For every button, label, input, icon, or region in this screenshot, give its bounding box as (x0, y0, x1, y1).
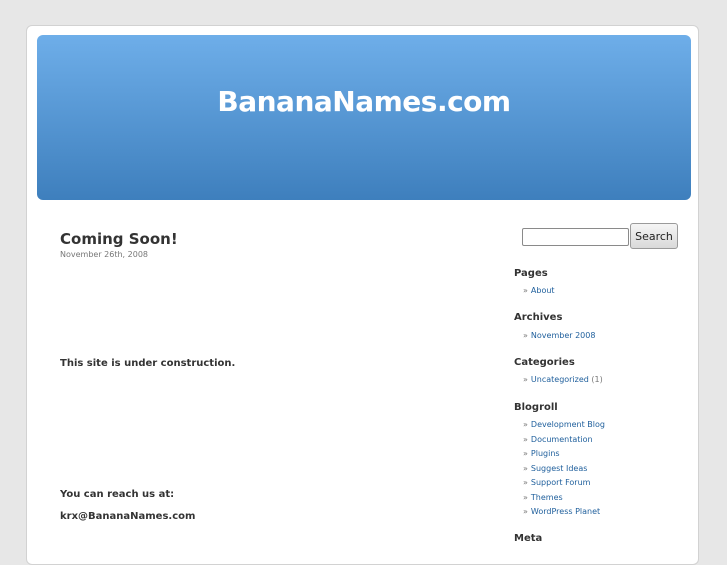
contact-heading: You can reach us at: (60, 489, 175, 500)
sidebar-link-about[interactable]: About (531, 286, 555, 295)
bullet-glyph: » (523, 434, 528, 444)
bullet-glyph: » (523, 331, 528, 340)
bullet-glyph: » (523, 492, 528, 502)
sidebar-heading-pages: Pages (514, 268, 548, 279)
page-container: BananaNames.com Coming Soon! November 26… (26, 25, 699, 565)
bullet-glyph: » (523, 449, 528, 458)
sidebar-heading-meta: Meta (514, 533, 543, 544)
category-count: (1) (591, 375, 603, 384)
sidebar-list-archives: » November 2008 (523, 329, 595, 344)
sidebar-link-november-2008[interactable]: November 2008 (531, 331, 596, 340)
contact-email: krx@BananaNames.com (60, 511, 196, 522)
bullet-glyph: » (523, 478, 528, 487)
sidebar-link-plugins[interactable]: Plugins (531, 449, 560, 458)
sidebar-link-wordpress-planet[interactable]: WordPress Planet (531, 507, 600, 516)
blog-title[interactable]: BananaNames.com (37, 85, 691, 118)
sidebar-list-pages: » About (523, 284, 555, 299)
sidebar-item-uncategorized: » Uncategorized (1) (523, 373, 603, 388)
sidebar-link-themes[interactable]: Themes (531, 493, 563, 502)
sidebar-link-uncategorized[interactable]: Uncategorized (531, 375, 589, 384)
sidebar-link-documentation[interactable]: Documentation (531, 435, 593, 444)
bullet-glyph: » (523, 507, 528, 516)
sidebar-heading-blogroll: Blogroll (514, 402, 558, 413)
blog-header: BananaNames.com (37, 35, 691, 200)
post-title[interactable]: Coming Soon! (60, 230, 178, 248)
sidebar-link-suggest-ideas[interactable]: Suggest Ideas (531, 464, 588, 473)
sidebar-item-themes: » Themes (523, 491, 605, 506)
sidebar-item-wordpress-planet: » WordPress Planet (523, 505, 605, 520)
bullet-glyph: » (523, 286, 528, 295)
sidebar-item-about: » About (523, 284, 555, 299)
sidebar-heading-categories: Categories (514, 357, 575, 368)
sidebar-list-categories: » Uncategorized (1) (523, 373, 603, 388)
sidebar-item-plugins: » Plugins (523, 447, 605, 462)
sidebar-link-support-forum[interactable]: Support Forum (531, 478, 591, 487)
sidebar-item-documentation: » Documentation (523, 433, 605, 448)
post-date: November 26th, 2008 (60, 250, 148, 259)
search-input[interactable] (522, 228, 629, 246)
sidebar-link-development-blog[interactable]: Development Blog (531, 420, 605, 429)
bullet-glyph: » (523, 375, 528, 384)
sidebar-item-suggest-ideas: » Suggest Ideas (523, 462, 605, 477)
sidebar-item-development-blog: » Development Blog (523, 418, 605, 433)
sidebar-list-blogroll: » Development Blog » Documentation » Plugin… (523, 418, 605, 520)
search-button[interactable]: Search (630, 223, 678, 249)
construction-notice: This site is under construction. (60, 358, 236, 369)
sidebar-heading-archives: Archives (514, 312, 563, 323)
bullet-glyph: » (523, 463, 528, 473)
sidebar-item-support-forum: » Support Forum (523, 476, 605, 491)
bullet-glyph: » (523, 420, 528, 429)
sidebar-item-november-2008: » November 2008 (523, 329, 595, 344)
